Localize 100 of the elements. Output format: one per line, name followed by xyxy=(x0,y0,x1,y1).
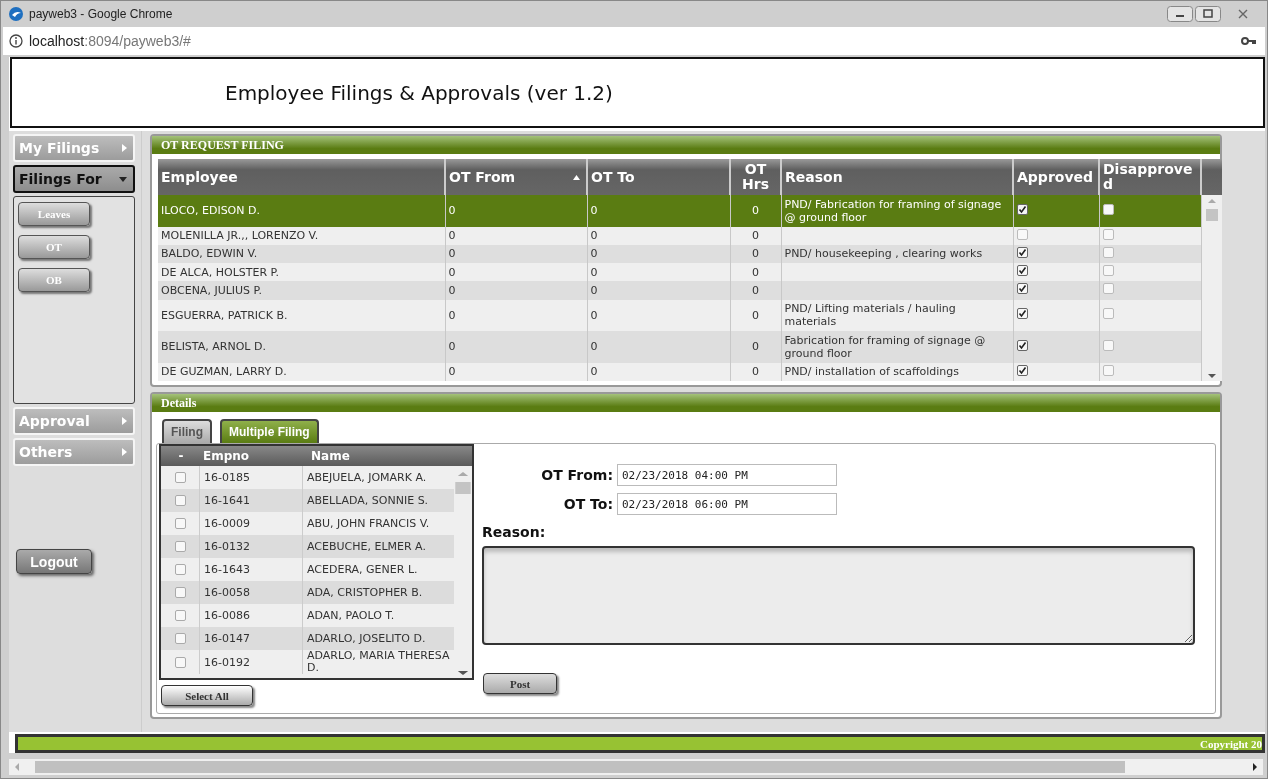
info-icon[interactable] xyxy=(9,34,23,48)
field-label: OT From: xyxy=(540,467,614,483)
tab[interactable]: Filing xyxy=(162,419,212,443)
reason-cell: PND/ housekeeping , clearing works xyxy=(784,247,983,261)
date-time-field[interactable]: 02/23/2018 06:00 PM xyxy=(617,493,837,515)
table-cell: 0 xyxy=(752,284,759,297)
name-cell: ACEDERA, GENER L. xyxy=(307,562,418,576)
scrollbar[interactable] xyxy=(1202,195,1222,381)
table-cell: 0 xyxy=(752,204,759,218)
empno-cell: 16-0058 xyxy=(204,586,250,599)
checkbox[interactable] xyxy=(1016,339,1028,351)
table-row[interactable]: BELISTA, ARNOL D. 0 0 0 Fabrication for framing of signage @ ground floor xyxy=(158,331,1201,363)
name-cell: ACEBUCHE, ELMER A. xyxy=(307,539,426,553)
name-cell: ADARLO, JOSELITO D. xyxy=(307,631,426,645)
table-row[interactable]: MOLENILLA JR.,, LORENZO V. 0 0 0 xyxy=(158,226,1201,245)
header-corner xyxy=(1202,159,1222,195)
table-cell: 0 xyxy=(590,265,598,279)
reason-field[interactable] xyxy=(482,546,1195,645)
table-cell: 0 xyxy=(590,308,598,322)
table-cell: 0 xyxy=(752,247,759,261)
column-header[interactable]: OT From xyxy=(445,159,587,195)
empno-cell: 16-0192 xyxy=(204,655,250,669)
checkbox[interactable] xyxy=(174,587,186,598)
minimize-button[interactable] xyxy=(1167,6,1193,22)
column-header[interactable]: Approved xyxy=(1013,159,1099,195)
name-cell: ABEJUELA, JOMARK A. xyxy=(307,470,427,484)
checkbox[interactable] xyxy=(1102,364,1114,376)
table-cell: 0 xyxy=(448,229,456,243)
checkbox[interactable] xyxy=(1016,228,1028,240)
column-header[interactable]: - xyxy=(161,449,201,463)
checkbox[interactable] xyxy=(1102,308,1114,320)
checkbox[interactable] xyxy=(174,472,186,483)
column-header[interactable]: OT To xyxy=(587,159,730,195)
column-header[interactable]: Employee xyxy=(158,159,445,195)
checkbox[interactable] xyxy=(1016,203,1028,215)
checkbox[interactable] xyxy=(174,633,186,644)
menu-item[interactable]: Filings For xyxy=(13,165,135,193)
table-cell: 0 xyxy=(590,284,598,297)
checkbox[interactable] xyxy=(174,518,186,529)
checkbox[interactable] xyxy=(174,610,186,621)
table-row[interactable]: ESGUERRA, PATRICK B. 0 0 0 PND/ Lifting materials / hauling materials xyxy=(158,299,1201,332)
tab[interactable]: Multiple Filing xyxy=(220,419,319,443)
checkbox[interactable] xyxy=(1016,246,1028,258)
checkbox[interactable] xyxy=(1102,283,1114,295)
name-cell: ABU, JOHN FRANCIS V. xyxy=(307,516,430,530)
checkbox[interactable] xyxy=(1016,283,1028,295)
table-cell: 0 xyxy=(448,204,456,218)
caret-right-icon xyxy=(122,144,127,152)
column-header[interactable]: Reason xyxy=(781,159,1013,195)
address-field[interactable]: localhost:8094/payweb3/# xyxy=(29,33,191,49)
table-cell: 0 xyxy=(752,308,759,322)
field-label: Reason: xyxy=(482,524,547,540)
column-header[interactable]: OT Hrs xyxy=(730,159,781,195)
select-all-button[interactable]: Select All xyxy=(161,685,253,706)
table-cell: 0 xyxy=(590,229,598,243)
employee-cell: DE GUZMAN, LARRY D. xyxy=(161,365,287,379)
checkbox[interactable] xyxy=(1102,339,1114,351)
name-cell: ADA, CRISTOPHER B. xyxy=(307,585,423,599)
table-cell: 0 xyxy=(752,229,759,243)
post-button[interactable]: Post xyxy=(483,673,557,694)
empno-cell: 16-0132 xyxy=(204,540,250,553)
table-row[interactable]: DE ALCA, HOLSTER P. 0 0 0 xyxy=(158,263,1201,282)
checkbox[interactable] xyxy=(174,656,186,668)
employee-cell: OBCENA, JULIUS P. xyxy=(161,284,262,297)
table-cell: 0 xyxy=(448,265,456,279)
checkbox[interactable] xyxy=(174,541,186,552)
employee-cell: BELISTA, ARNOL D. xyxy=(161,340,266,354)
checkbox[interactable] xyxy=(174,495,186,506)
column-header[interactable]: Name xyxy=(311,449,350,463)
footer-bar: Copyright 20 xyxy=(15,734,1265,753)
date-time-field[interactable]: 02/23/2018 04:00 PM xyxy=(617,464,837,486)
panel-header: Details xyxy=(152,394,1220,412)
checkbox[interactable] xyxy=(174,564,186,575)
page-title: Employee Filings & Approvals (ver 1.2) xyxy=(225,80,613,105)
key-icon[interactable] xyxy=(1241,36,1257,46)
table-cell: 0 xyxy=(590,340,598,354)
checkbox[interactable] xyxy=(1102,246,1114,258)
logout-button[interactable]: Logout xyxy=(16,549,92,574)
checkbox[interactable] xyxy=(1016,364,1028,376)
table-cell: 0 xyxy=(448,247,456,261)
reason-cell: PND/ Lifting materials / hauling materials xyxy=(784,302,956,329)
empno-cell: 16-0185 xyxy=(204,471,250,484)
checkbox[interactable] xyxy=(1102,265,1114,277)
table-row[interactable]: OBCENA, JULIUS P. 0 0 0 xyxy=(158,281,1201,300)
employee-cell: DE ALCA, HOLSTER P. xyxy=(161,265,280,279)
column-header[interactable]: Empno xyxy=(201,449,311,463)
table-cell: 0 xyxy=(448,308,456,322)
empno-cell: 16-0009 xyxy=(204,517,250,530)
column-header[interactable]: Disapproved xyxy=(1099,159,1201,195)
table-row[interactable]: DE GUZMAN, LARRY D. 0 0 0 PND/ installation of scaffoldings xyxy=(158,362,1201,381)
table-row[interactable]: ILOCO, EDISON D. 0 0 0 PND/ Fabrication for framing of signage @ ground floor xyxy=(158,195,1201,227)
checkbox[interactable] xyxy=(1102,228,1114,240)
table-cell: 0 xyxy=(448,365,456,379)
checkbox[interactable] xyxy=(1016,308,1028,320)
scrollbar[interactable] xyxy=(9,759,1263,775)
checkbox[interactable] xyxy=(1016,265,1028,277)
table-row[interactable]: BALDO, EDWIN V. 0 0 0 PND/ housekeeping , clearing works xyxy=(158,244,1201,264)
maximize-button[interactable] xyxy=(1195,6,1221,22)
checkbox[interactable] xyxy=(1102,203,1114,215)
table-cell: 0 xyxy=(448,340,456,354)
